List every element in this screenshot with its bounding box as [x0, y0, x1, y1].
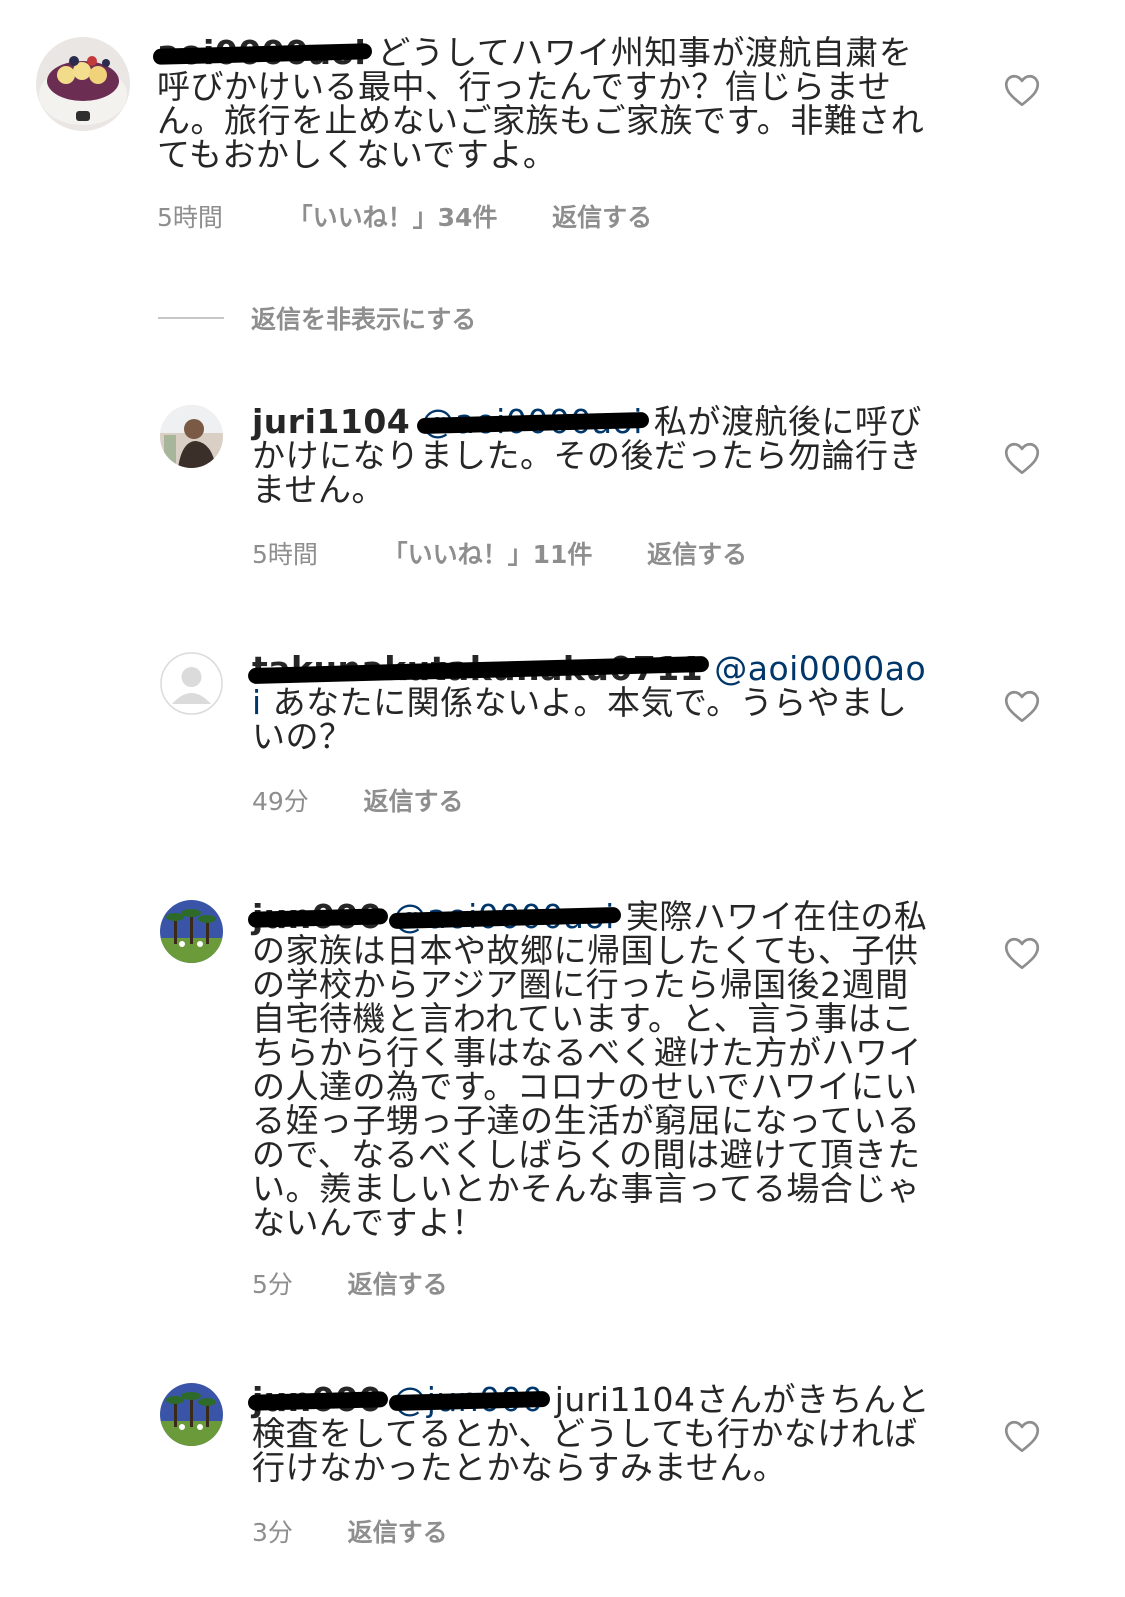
mention-link[interactable]: @aoi0000aoi: [393, 900, 615, 934]
comment-username[interactable]: jun000: [252, 900, 382, 934]
likes-count[interactable]: 「いいね！」11件: [383, 535, 593, 571]
comment-meta: 5時間 「いいね！」11件 返信する: [252, 535, 747, 571]
comment-time: 5時間: [157, 203, 223, 232]
heart-icon[interactable]: [1004, 690, 1040, 723]
comment-text: aoi0000aoi どうしてハワイ州知事が渡航自粛を呼びかけいる最中、行ったん…: [157, 36, 937, 172]
hide-replies-row: 返信を非表示にする: [158, 298, 476, 338]
comment-time: 49分: [252, 787, 309, 816]
comments-screen: aoi0000aoi どうしてハワイ州知事が渡航自粛を呼びかけいる最中、行ったん…: [0, 0, 1125, 1597]
reply-button[interactable]: 返信する: [364, 782, 464, 818]
avatar[interactable]: [160, 1383, 223, 1446]
avatar[interactable]: [160, 900, 223, 963]
reply-button[interactable]: 返信する: [552, 198, 652, 234]
comment-text: takunakutakunaku0711 @aoi0000aoi あなたに関係な…: [252, 652, 932, 754]
comment-meta: 49分 返信する: [252, 782, 464, 818]
comment-body: あなたに関係ないよ。本気で。うらやましいの？: [252, 683, 908, 756]
comment-meta: 5時間 「いいね！」34件 返信する: [157, 198, 652, 234]
comment-text: jun000 @jun000 juri1104さんがきちんと検査をしてるとか、ど…: [252, 1383, 932, 1485]
reply-button[interactable]: 返信する: [348, 1265, 448, 1301]
mention-link[interactable]: @aoi0000aoi: [421, 405, 643, 439]
heart-icon[interactable]: [1004, 1420, 1040, 1453]
avatar[interactable]: [160, 652, 223, 715]
likes-count[interactable]: 「いいね！」34件: [288, 198, 498, 234]
divider-line: [158, 317, 224, 319]
comment-time: 5時間: [252, 540, 318, 569]
avatar[interactable]: [36, 37, 130, 131]
hide-replies-button[interactable]: 返信を非表示にする: [251, 300, 476, 336]
avatar[interactable]: [160, 405, 223, 468]
comment-text: jun000 @aoi0000aoi 実際ハワイ在住の私の家族は日本や故郷に帰国…: [252, 900, 942, 1240]
reply-button[interactable]: 返信する: [647, 535, 747, 571]
comment-meta: 3分 返信する: [252, 1513, 448, 1549]
palm-trees-icon: [160, 900, 223, 963]
comment-text: juri1104 @aoi0000aoi 私が渡航後に呼びかけになりました。その…: [252, 405, 932, 507]
comment-username[interactable]: jun000: [252, 1383, 382, 1417]
mention-link[interactable]: @jun000: [393, 1383, 544, 1417]
heart-icon[interactable]: [1004, 74, 1040, 107]
palm-trees-icon: [160, 1383, 223, 1446]
reply-button[interactable]: 返信する: [348, 1513, 448, 1549]
comment-time: 5分: [252, 1270, 293, 1299]
default-user-icon: [160, 652, 223, 715]
comment-time: 3分: [252, 1518, 293, 1547]
profile-photo-icon: [160, 405, 223, 468]
comment-body: 実際ハワイ在住の私の家族は日本や故郷に帰国したくても、子供の学校からアジア圏に行…: [252, 897, 928, 1242]
acai-bowl-icon: [36, 37, 130, 131]
comment-username[interactable]: aoi0000aoi: [157, 36, 366, 70]
comment-meta: 5分 返信する: [252, 1265, 448, 1301]
heart-icon[interactable]: [1004, 442, 1040, 475]
heart-icon[interactable]: [1004, 937, 1040, 970]
comment-username[interactable]: takunakutakunaku0711: [252, 652, 703, 686]
